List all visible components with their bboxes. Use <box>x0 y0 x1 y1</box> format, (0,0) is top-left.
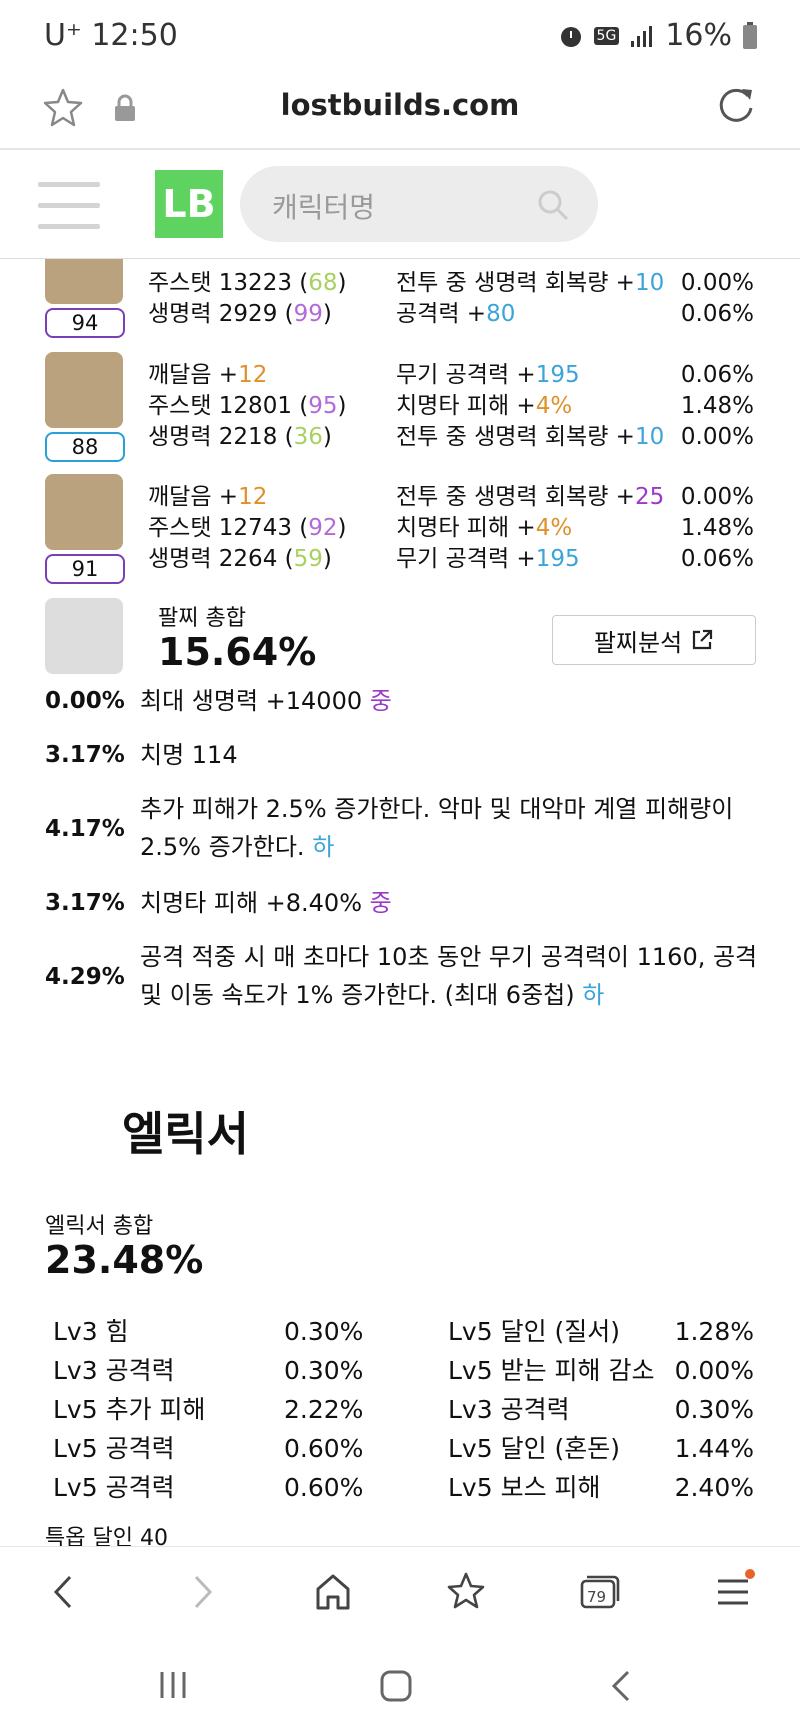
accessory-level-badge: 94 <box>45 308 125 338</box>
elixir-item-pct: 1.28% <box>674 1317 754 1346</box>
elixir-item-pct: 0.00% <box>674 1356 754 1385</box>
elixir-item-name: Lv3 공격력 <box>448 1395 570 1424</box>
back-system-icon[interactable] <box>606 1668 636 1704</box>
elixir-item-name: Lv5 추가 피해 <box>53 1395 206 1424</box>
elixir-item-name: Lv5 공격력 <box>53 1473 175 1502</box>
search-icon[interactable] <box>536 188 570 222</box>
signal-icon <box>631 25 653 47</box>
home-icon[interactable] <box>310 1569 356 1615</box>
tab-count: 79 <box>587 1588 607 1606</box>
network-icon: 5G <box>593 26 620 45</box>
accessory-ring-icon <box>45 474 123 550</box>
forward-icon[interactable] <box>178 1569 224 1615</box>
bracelet-effect: 3.17% 치명타 피해 +8.40% 중 <box>45 889 392 917</box>
elixir-item-name: Lv5 달인 (질서) <box>448 1317 621 1346</box>
menu-icon[interactable] <box>710 1569 756 1615</box>
elixir-item-name: Lv3 힘 <box>53 1317 129 1346</box>
reload-icon[interactable] <box>714 84 758 128</box>
tabs-button[interactable]: 79 <box>578 1569 620 1615</box>
recent-apps-icon[interactable] <box>156 1668 190 1702</box>
elixir-item-pct: 2.22% <box>284 1395 364 1424</box>
site-header: LB 캐릭터명 <box>0 150 800 259</box>
search-placeholder: 캐릭터명 <box>272 191 376 224</box>
browser-bottom-nav: 79 <box>0 1546 800 1639</box>
bracelet-effect: 3.17% 치명 114 <box>45 741 238 769</box>
bracelet-total-label: 팔찌 총합 <box>158 606 246 631</box>
elixir-total-value: 23.48% <box>45 1238 204 1282</box>
elixir-item-pct: 2.40% <box>674 1473 754 1502</box>
bracelet-total-value: 15.64% <box>158 630 317 674</box>
elixir-item-pct: 1.44% <box>674 1434 754 1463</box>
accessory-ring-icon <box>45 352 123 428</box>
elixir-heading: 엘릭서 <box>122 1107 249 1161</box>
elixir-item-name: Lv5 보스 피해 <box>448 1473 601 1502</box>
elixir-item-pct: 0.30% <box>284 1356 364 1385</box>
elixir-item-name: Lv5 공격력 <box>53 1434 175 1463</box>
bracelet-effect: 4.17% 추가 피해가 2.5% 증가한다. 악마 및 대악마 계열 피해량이… <box>45 795 734 861</box>
back-icon[interactable] <box>42 1569 88 1615</box>
bracelet-icon <box>45 598 123 674</box>
battery-icon <box>743 21 757 49</box>
elixir-item-name: Lv5 받는 피해 감소 <box>448 1356 655 1385</box>
elixir-item-pct: 0.60% <box>284 1434 364 1463</box>
browser-address-bar: lostbuilds.com <box>0 72 800 150</box>
site-logo[interactable]: LB <box>155 170 223 238</box>
status-bar: U⁺ 12:50 5G 16% <box>0 0 800 72</box>
home-system-icon[interactable] <box>378 1668 414 1704</box>
bracelet-analyze-button[interactable]: 팔찌분석 <box>552 615 756 665</box>
elixir-total-label: 엘릭서 총합 <box>45 1214 154 1239</box>
external-link-icon <box>693 629 713 650</box>
accessory-level-badge: 91 <box>45 554 125 584</box>
alarm-icon <box>560 26 581 47</box>
character-search-input[interactable]: 캐릭터명 <box>240 166 598 242</box>
accessory-ring-icon <box>45 258 123 304</box>
accessory-level-badge: 88 <box>45 432 125 462</box>
system-nav-bar <box>0 1638 800 1733</box>
elixir-item-name: Lv5 달인 (혼돈) <box>448 1434 621 1463</box>
elixir-item-pct: 0.30% <box>674 1395 754 1424</box>
url-text[interactable]: lostbuilds.com <box>0 88 800 122</box>
battery-percent: 16% <box>665 18 732 53</box>
bracelet-effect: 0.00% 최대 생명력 +14000 중 <box>45 687 392 715</box>
elixir-item-pct: 0.60% <box>284 1473 364 1502</box>
elixir-item-pct: 0.30% <box>284 1317 364 1346</box>
main-content: 94 주스탯 13223 (68) 생명력 2929 (99) 전투 중 생명력… <box>0 258 800 1546</box>
elixir-special-option: 특옵 달인 40 <box>45 1526 168 1546</box>
elixir-item-name: Lv3 공격력 <box>53 1356 175 1385</box>
bracelet-effect: 4.29% 공격 적중 시 매 초마다 10초 동안 무기 공격력이 1160,… <box>45 943 758 1009</box>
carrier-time: U⁺ 12:50 <box>44 18 178 53</box>
menu-hamburger-icon[interactable] <box>38 182 100 230</box>
bookmarks-icon[interactable] <box>444 1569 490 1615</box>
